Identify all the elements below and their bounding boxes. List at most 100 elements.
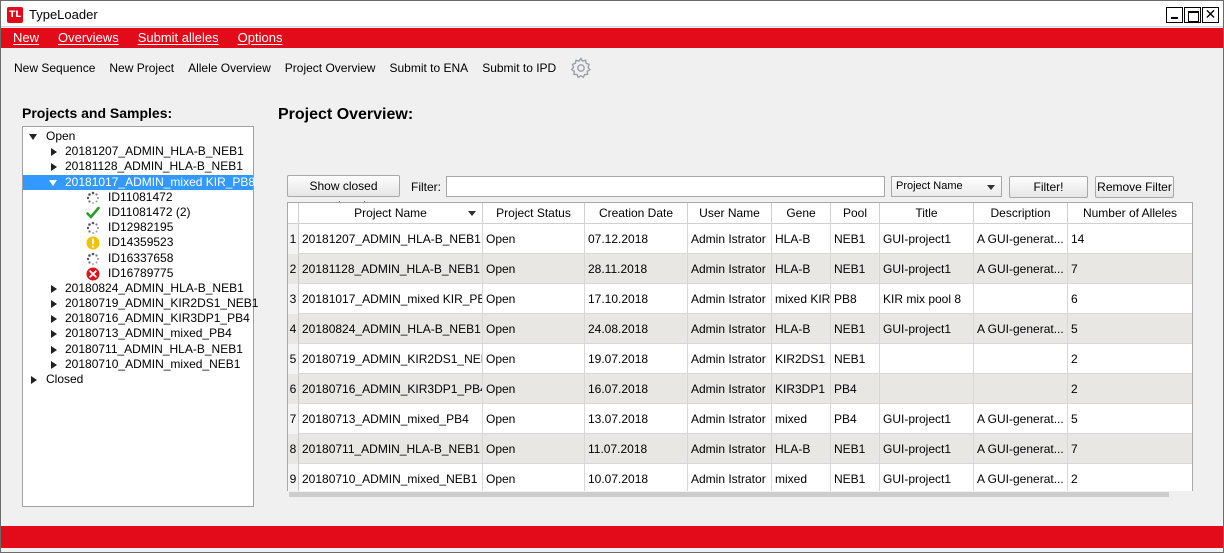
- table-row[interactable]: 6 20180716_ADMIN_KIR3DP1_PB4 Open 16.07.201…: [288, 374, 1192, 404]
- cell-project-status[interactable]: Open: [483, 464, 585, 494]
- cell-title[interactable]: [880, 344, 974, 374]
- table-row[interactable]: 4 20180824_ADMIN_HLA-B_NEB1 Open 24.08.2018…: [288, 314, 1192, 344]
- cell-creation-date[interactable]: 11.07.2018: [585, 434, 688, 464]
- tree-sample-item[interactable]: ID11081472 (2): [23, 205, 253, 220]
- cell-description[interactable]: [974, 344, 1068, 374]
- table-row[interactable]: 7 20180713_ADMIN_mixed_PB4 Open 13.07.2018 A…: [288, 404, 1192, 434]
- title-bar[interactable]: TL TypeLoader ✕: [1, 1, 1223, 27]
- cell-number-of-alleles[interactable]: 5: [1068, 314, 1192, 344]
- cell-project-name[interactable]: 20180711_ADMIN_HLA-B_NEB1: [299, 434, 483, 464]
- close-icon[interactable]: ✕: [1202, 7, 1219, 23]
- filter-button[interactable]: Filter!: [1009, 176, 1088, 198]
- menu-new[interactable]: New: [1, 28, 46, 48]
- cell-user-name[interactable]: Admin Istrator: [688, 404, 772, 434]
- cell-project-name[interactable]: 20180716_ADMIN_KIR3DP1_PB4: [299, 374, 483, 404]
- cell-description[interactable]: [974, 284, 1068, 314]
- cell-gene[interactable]: mixed KIR: [772, 284, 831, 314]
- cell-project-name[interactable]: 20180713_ADMIN_mixed_PB4: [299, 404, 483, 434]
- cell-user-name[interactable]: Admin Istrator: [688, 464, 772, 494]
- tree-node-open[interactable]: Open: [23, 129, 253, 144]
- cell-creation-date[interactable]: 13.07.2018: [585, 404, 688, 434]
- cell-description[interactable]: A GUI-generat...: [974, 434, 1068, 464]
- allele-overview-button[interactable]: Allele Overview: [181, 48, 278, 88]
- chevron-right-icon[interactable]: [51, 345, 57, 354]
- column-header[interactable]: Number of Alleles: [1068, 203, 1192, 224]
- remove-filter-button[interactable]: Remove Filter: [1095, 176, 1174, 198]
- chevron-right-icon[interactable]: [51, 300, 57, 309]
- column-header[interactable]: Creation Date: [585, 203, 688, 224]
- tree-project-item[interactable]: 20180713_ADMIN_mixed_PB4: [23, 326, 253, 341]
- cell-title[interactable]: GUI-project1: [880, 434, 974, 464]
- tree-project-item[interactable]: 20180824_ADMIN_HLA-B_NEB1: [23, 281, 253, 296]
- column-header[interactable]: Description: [974, 203, 1068, 224]
- cell-gene[interactable]: HLA-B: [772, 434, 831, 464]
- cell-creation-date[interactable]: 24.08.2018: [585, 314, 688, 344]
- minimize-icon[interactable]: [1166, 7, 1183, 23]
- projects-table[interactable]: Project Name Project Status Creation Dat…: [287, 202, 1193, 498]
- cell-number-of-alleles[interactable]: 5: [1068, 404, 1192, 434]
- cell-number-of-alleles[interactable]: 7: [1068, 254, 1192, 284]
- cell-user-name[interactable]: Admin Istrator: [688, 344, 772, 374]
- cell-user-name[interactable]: Admin Istrator: [688, 284, 772, 314]
- cell-project-name[interactable]: 20180824_ADMIN_HLA-B_NEB1: [299, 314, 483, 344]
- cell-project-name[interactable]: 20181207_ADMIN_HLA-B_NEB1: [299, 224, 483, 254]
- tree-sample-item[interactable]: ID16789775: [23, 266, 253, 281]
- cell-description[interactable]: A GUI-generat...: [974, 254, 1068, 284]
- cell-description[interactable]: A GUI-generat...: [974, 224, 1068, 254]
- maximize-icon[interactable]: [1184, 7, 1201, 23]
- project-tree[interactable]: Open 20181207_ADMIN_HLA-B_NEB1 20181128_…: [22, 126, 258, 507]
- menu-overviews[interactable]: Overviews: [46, 28, 126, 48]
- tree-project-item[interactable]: 20180716_ADMIN_KIR3DP1_PB4: [23, 311, 253, 326]
- cell-user-name[interactable]: Admin Istrator: [688, 434, 772, 464]
- cell-description[interactable]: A GUI-generat...: [974, 464, 1068, 494]
- cell-description[interactable]: [974, 374, 1068, 404]
- cell-project-status[interactable]: Open: [483, 434, 585, 464]
- cell-title[interactable]: [880, 374, 974, 404]
- cell-description[interactable]: A GUI-generat...: [974, 314, 1068, 344]
- chevron-right-icon[interactable]: [51, 148, 57, 157]
- tree-project-item[interactable]: 20180719_ADMIN_KIR2DS1_NEB1: [23, 296, 258, 311]
- cell-user-name[interactable]: Admin Istrator: [688, 224, 772, 254]
- cell-gene[interactable]: mixed: [772, 464, 831, 494]
- column-header[interactable]: Pool: [831, 203, 880, 224]
- cell-title[interactable]: KIR mix pool 8: [880, 284, 974, 314]
- cell-project-name[interactable]: 20181017_ADMIN_mixed KIR_PB8: [299, 284, 483, 314]
- cell-title[interactable]: GUI-project1: [880, 224, 974, 254]
- tree-sample-item[interactable]: ID12982195: [23, 220, 253, 235]
- cell-project-status[interactable]: Open: [483, 284, 585, 314]
- table-row[interactable]: 1 20181207_ADMIN_HLA-B_NEB1 Open 07.12.2018…: [288, 224, 1192, 254]
- chevron-right-icon[interactable]: [51, 163, 57, 172]
- chevron-right-icon[interactable]: [51, 360, 57, 369]
- cell-project-status[interactable]: Open: [483, 254, 585, 284]
- tree-sample-item[interactable]: ID14359523: [23, 235, 253, 250]
- tree-sample-item[interactable]: ID11081472: [23, 190, 253, 205]
- cell-project-status[interactable]: Open: [483, 314, 585, 344]
- tree-project-item[interactable]: 20180710_ADMIN_mixed_NEB1: [23, 357, 253, 372]
- cell-project-status[interactable]: Open: [483, 344, 585, 374]
- cell-creation-date[interactable]: 19.07.2018: [585, 344, 688, 374]
- cell-gene[interactable]: HLA-B: [772, 314, 831, 344]
- table-row[interactable]: 3 20181017_ADMIN_mixed KIR_PB8 Open 17.10.2…: [288, 284, 1192, 314]
- cell-gene[interactable]: HLA-B: [772, 254, 831, 284]
- cell-creation-date[interactable]: 16.07.2018: [585, 374, 688, 404]
- cell-pool[interactable]: NEB1: [831, 344, 880, 374]
- column-header[interactable]: Title: [880, 203, 974, 224]
- horizontal-scrollbar[interactable]: [287, 491, 1193, 499]
- chevron-down-icon[interactable]: [49, 179, 57, 186]
- chevron-down-icon[interactable]: [29, 134, 37, 140]
- cell-creation-date[interactable]: 10.07.2018: [585, 464, 688, 494]
- column-header[interactable]: Gene: [772, 203, 831, 224]
- table-row[interactable]: 8 20180711_ADMIN_HLA-B_NEB1 Open 11.07.2018…: [288, 434, 1192, 464]
- cell-gene[interactable]: HLA-B: [772, 224, 831, 254]
- cell-pool[interactable]: PB4: [831, 374, 880, 404]
- cell-number-of-alleles[interactable]: 2: [1068, 374, 1192, 404]
- cell-pool[interactable]: NEB1: [831, 434, 880, 464]
- cell-number-of-alleles[interactable]: 7: [1068, 434, 1192, 464]
- show-closed-projects-button[interactable]: Show closed projects!: [287, 175, 400, 213]
- cell-project-name[interactable]: 20180719_ADMIN_KIR2DS1_NEB1: [299, 344, 483, 374]
- sort-descending-icon[interactable]: [468, 211, 476, 216]
- menu-options[interactable]: Options: [226, 28, 290, 48]
- tree-project-item[interactable]: 20180711_ADMIN_HLA-B_NEB1: [23, 342, 253, 357]
- tree-sample-item[interactable]: ID16337658: [23, 251, 253, 266]
- chevron-right-icon[interactable]: [51, 315, 57, 324]
